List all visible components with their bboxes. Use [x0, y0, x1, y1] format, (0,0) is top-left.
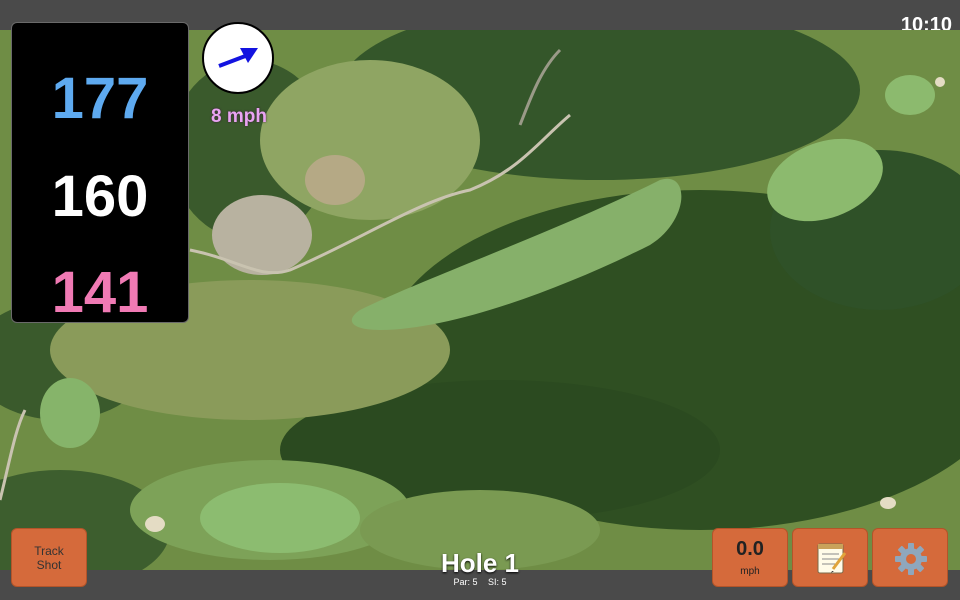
- speed-value: 0.0: [736, 538, 764, 560]
- hole-si: SI: 5: [488, 577, 507, 587]
- settings-button[interactable]: [872, 528, 948, 587]
- arrow-icon: [218, 48, 258, 68]
- track-shot-label-line1: Track: [34, 543, 64, 558]
- speed-button[interactable]: 0.0 mph: [712, 528, 788, 587]
- hole-par: Par: 5: [453, 577, 478, 587]
- track-shot-label-line2: Shot: [36, 557, 62, 572]
- track-shot-button[interactable]: Track Shot: [11, 528, 87, 587]
- hole-info: Par: 5 SI: 5: [380, 577, 580, 587]
- distance-front: 141: [51, 260, 149, 325]
- distance-panel: 177 160 141: [11, 22, 189, 325]
- wind-indicator: [202, 22, 274, 94]
- distance-middle: 160: [51, 164, 149, 229]
- notes-button[interactable]: [792, 528, 868, 587]
- distance-back: 177: [51, 66, 149, 131]
- speed-unit: mph: [740, 566, 760, 577]
- hole-title: Hole 1: [440, 548, 520, 578]
- notepad-icon: [817, 543, 847, 574]
- wind-speed: 8 mph: [211, 106, 267, 127]
- gear-icon: [895, 543, 927, 575]
